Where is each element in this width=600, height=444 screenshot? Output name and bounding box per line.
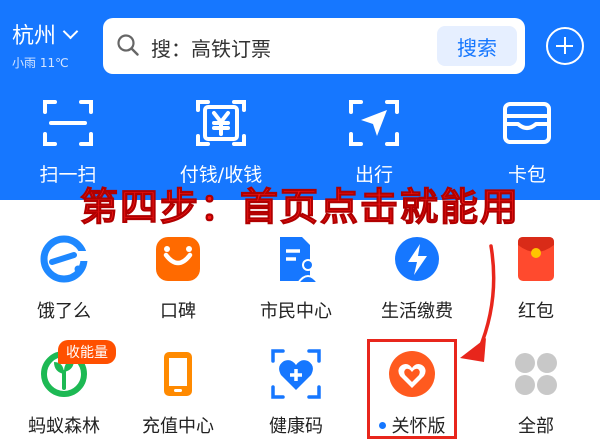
koubei-icon bbox=[152, 233, 204, 285]
service-eleme[interactable]: 饿了么 bbox=[9, 233, 119, 323]
quick-action-cards[interactable]: 卡包 bbox=[467, 96, 587, 187]
service-bill-payment[interactable]: 生活缴费 bbox=[362, 233, 472, 323]
service-label: 蚂蚁森林 bbox=[28, 416, 100, 437]
chevron-down-icon bbox=[62, 23, 79, 39]
add-plus-icon[interactable] bbox=[546, 27, 584, 65]
travel-arrow-icon bbox=[349, 100, 399, 146]
highlight-box bbox=[367, 339, 457, 439]
service-label: 充值中心 bbox=[142, 416, 214, 437]
top-header: 杭州 小雨 11℃ 搜：高铁订票 搜索 扫一扫 付钱/收钱 出行 卡包 bbox=[0, 0, 600, 200]
recharge-icon bbox=[152, 348, 204, 400]
eleme-icon bbox=[38, 233, 90, 285]
red-envelope-icon bbox=[510, 233, 562, 285]
service-all[interactable]: 全部 bbox=[481, 348, 591, 438]
all-apps-icon bbox=[510, 348, 562, 400]
health-code-icon bbox=[270, 348, 322, 400]
search-bar[interactable]: 搜：高铁订票 搜索 bbox=[103, 18, 525, 74]
search-button[interactable]: 搜索 bbox=[437, 26, 517, 66]
weather-info: 小雨 11℃ bbox=[12, 56, 69, 70]
bill-payment-icon bbox=[391, 233, 443, 285]
quick-action-pay[interactable]: 付钱/收钱 bbox=[161, 96, 281, 187]
service-label: 市民中心 bbox=[260, 301, 332, 322]
service-label: 饿了么 bbox=[37, 301, 91, 322]
service-label: 红包 bbox=[518, 301, 554, 322]
service-label: 生活缴费 bbox=[381, 301, 453, 322]
city-selector[interactable]: 杭州 bbox=[12, 18, 79, 50]
pay-yen-icon bbox=[196, 100, 246, 146]
service-label: 健康码 bbox=[269, 416, 323, 437]
card-wallet-icon bbox=[503, 102, 551, 144]
service-koubei[interactable]: 口碑 bbox=[123, 233, 233, 323]
search-icon bbox=[117, 34, 139, 56]
service-citizen-center[interactable]: 市民中心 bbox=[241, 233, 351, 323]
quick-action-scan[interactable]: 扫一扫 bbox=[8, 96, 128, 187]
service-health-code[interactable]: 健康码 bbox=[241, 348, 351, 438]
search-input[interactable]: 搜：高铁订票 bbox=[151, 33, 271, 62]
service-label: 全部 bbox=[518, 416, 554, 437]
citizen-center-icon bbox=[270, 233, 322, 285]
step-instruction-text: 第四步：首页点击就能用 bbox=[79, 185, 520, 230]
scan-icon bbox=[43, 100, 93, 146]
service-label: 口碑 bbox=[160, 301, 196, 322]
quick-action-travel[interactable]: 出行 bbox=[314, 96, 434, 187]
city-name: 杭州 bbox=[12, 24, 57, 49]
service-recharge[interactable]: 充值中心 bbox=[123, 348, 233, 438]
energy-badge: 收能量 bbox=[58, 340, 116, 364]
service-red-envelope[interactable]: 红包 bbox=[481, 233, 591, 323]
